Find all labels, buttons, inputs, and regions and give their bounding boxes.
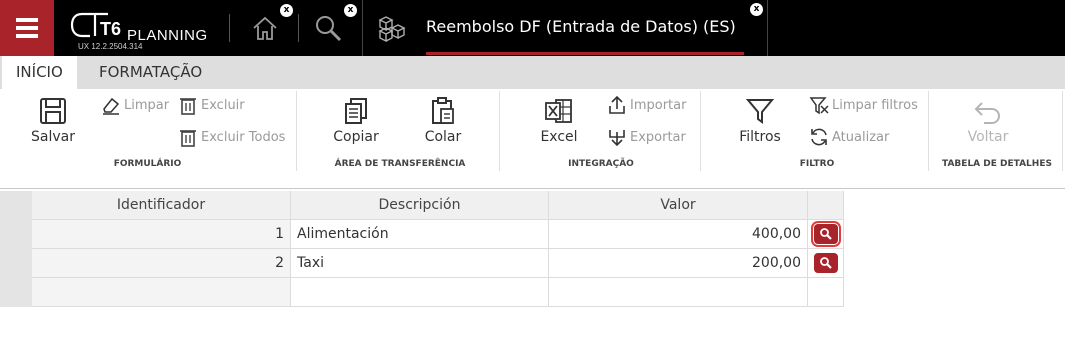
excel-label: Excel	[540, 129, 578, 145]
group-divider	[499, 91, 500, 171]
app-logo: T6 PLANNING UX 12.2.2504.314	[68, 10, 218, 54]
cell-valor[interactable]: 400,00	[549, 220, 808, 249]
cell-descripcion[interactable]: Taxi	[291, 249, 549, 278]
group-label-filtro: FILTRO	[799, 159, 835, 169]
ribbon-toolbar: Salvar Limpar Excluir Excluir Todos FORM…	[0, 89, 1065, 189]
excel-button[interactable]: Excel	[524, 95, 594, 151]
cell-valor[interactable]	[549, 278, 808, 307]
column-header-identificador[interactable]: Identificador	[32, 191, 291, 220]
menu-button[interactable]	[0, 0, 54, 56]
version-label: UX 12.2.2504.314	[78, 42, 143, 51]
cell-identificador[interactable]: 1	[32, 220, 291, 249]
delete-all-label: Excluir Todos	[201, 129, 286, 145]
close-search-tab-button[interactable]: x	[344, 4, 357, 17]
group-divider	[296, 91, 297, 171]
group-divider	[1062, 91, 1063, 171]
save-icon	[40, 98, 66, 124]
group-label-formulario: FORMULÁRIO	[113, 159, 182, 169]
copy-icon	[345, 98, 367, 124]
trash-icon	[180, 98, 196, 115]
magnifier-icon	[820, 228, 832, 240]
cell-descripcion[interactable]	[291, 278, 549, 307]
document-tab[interactable]: Reembolso DF (Entrada de Datos) (ES)	[362, 0, 768, 56]
export-label: Exportar	[630, 129, 686, 145]
cell-descripcion[interactable]: Alimentación	[291, 220, 549, 249]
clear-filter-icon	[809, 97, 829, 115]
import-label: Importar	[630, 97, 687, 113]
import-button[interactable]: Importar	[606, 94, 686, 116]
clear-filters-button[interactable]: Limpar filtros	[808, 94, 918, 116]
save-label: Salvar	[31, 129, 75, 145]
group-label-transferencia: ÁREA DE TRANSFERÊNCIA	[334, 159, 466, 169]
trash-icon	[180, 130, 196, 147]
close-document-tab-button[interactable]: x	[750, 3, 763, 16]
column-header-descripcion[interactable]: Descripción	[291, 191, 549, 220]
svg-text:T6: T6	[100, 19, 121, 39]
ribbon-tab-bar: INÍCIO FORMATAÇÃO	[0, 56, 1065, 89]
detail-lookup-button[interactable]	[811, 221, 841, 247]
copy-button[interactable]: Copiar	[321, 95, 391, 151]
document-tab-title: Reembolso DF (Entrada de Datos) (ES)	[426, 17, 736, 36]
filter-icon	[745, 99, 775, 124]
magnifier-icon	[820, 257, 832, 269]
divider	[229, 14, 230, 42]
delete-label: Excluir	[201, 97, 245, 113]
group-divider	[928, 91, 929, 171]
cubes-icon	[378, 16, 406, 42]
excel-icon	[545, 99, 572, 123]
export-button[interactable]: Exportar	[606, 126, 686, 148]
divider	[298, 14, 299, 42]
t6-logo-icon: T6	[70, 12, 121, 39]
search-icon	[316, 16, 342, 42]
cell-valor[interactable]: 200,00	[549, 249, 808, 278]
cell-identificador[interactable]	[32, 278, 291, 307]
filters-button[interactable]: Filtros	[725, 95, 795, 151]
app-window: T6 PLANNING UX 12.2.2504.314 x x Reembol…	[0, 0, 1065, 342]
filters-label: Filtros	[739, 129, 781, 145]
eraser-icon	[103, 97, 120, 115]
group-label-integracao: INTEGRAÇÃO	[568, 159, 634, 169]
menu-icon	[16, 18, 38, 38]
paste-button[interactable]: Colar	[408, 95, 478, 151]
cell-actions	[808, 278, 844, 307]
back-label: Voltar	[967, 129, 1009, 145]
refresh-label: Atualizar	[832, 129, 890, 145]
group-divider	[700, 91, 701, 171]
save-button[interactable]: Salvar	[18, 95, 88, 151]
data-grid: Identificador Descripción Valor 1 Alimen…	[0, 191, 844, 307]
download-icon	[609, 130, 625, 147]
back-button[interactable]: Voltar	[953, 95, 1023, 151]
paste-icon	[432, 97, 454, 124]
paste-label: Colar	[424, 129, 462, 145]
upload-icon	[609, 95, 625, 114]
group-label-detalhes: TABELA DE DETALHES	[942, 159, 1052, 169]
detail-lookup-button[interactable]	[814, 253, 838, 273]
column-header-valor[interactable]: Valor	[549, 191, 808, 220]
clear-filters-label: Limpar filtros	[832, 97, 918, 113]
copy-label: Copiar	[333, 129, 379, 145]
top-bar: T6 PLANNING UX 12.2.2504.314 x x Reembol…	[0, 0, 1065, 56]
refresh-icon	[811, 128, 827, 146]
active-tab-indicator	[426, 52, 744, 55]
delete-button[interactable]: Excluir	[177, 94, 245, 116]
tab-formatacao[interactable]: FORMATAÇÃO	[99, 56, 202, 89]
clear-label: Limpar	[124, 97, 170, 113]
home-icon	[253, 16, 277, 40]
close-home-tab-button[interactable]: x	[280, 4, 293, 17]
cell-identificador[interactable]: 2	[32, 249, 291, 278]
column-header-actions	[808, 191, 844, 220]
refresh-button[interactable]: Atualizar	[808, 126, 889, 148]
row-header-gutter	[0, 191, 32, 307]
clear-button[interactable]: Limpar	[100, 94, 169, 116]
undo-icon	[974, 102, 1000, 124]
delete-all-button[interactable]: Excluir Todos	[177, 126, 285, 148]
tab-inicio[interactable]: INÍCIO	[2, 56, 77, 89]
